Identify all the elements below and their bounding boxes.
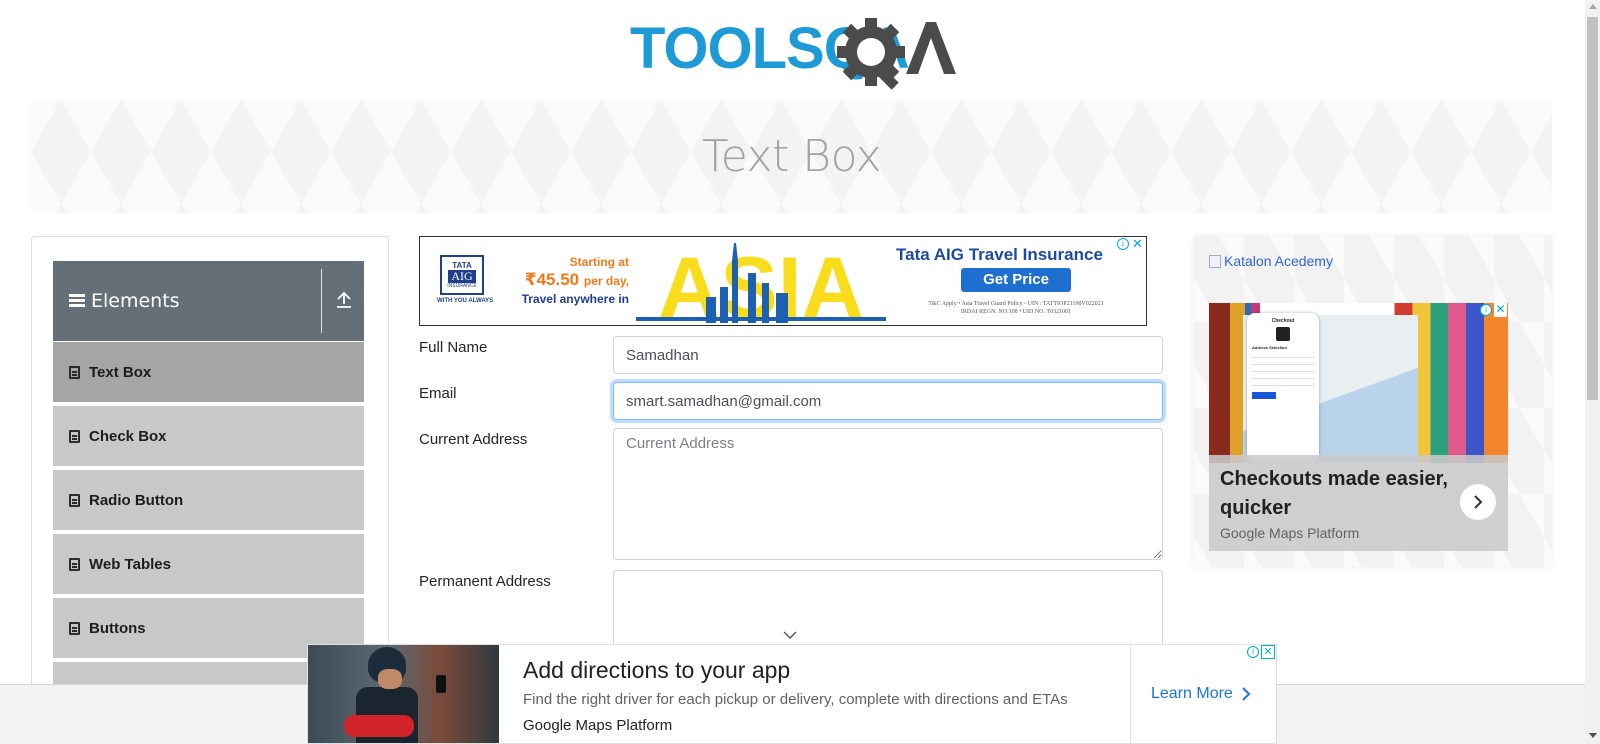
tata-tagline: WITH YOU ALWAYS <box>437 298 494 304</box>
page-banner: Text Box <box>31 100 1552 213</box>
broken-image-icon <box>1209 254 1221 268</box>
sidebar-item-label: Check Box <box>89 427 167 445</box>
file-icon <box>69 621 80 635</box>
google-maps-ad-card[interactable]: Checkout Address Selection Checkouts mad… <box>1209 303 1508 551</box>
ad-headline: Checkouts made easier, quicker <box>1220 468 1448 519</box>
ad-fine-print: T&C Apply • Asia Travel Guard Policy - U… <box>928 301 1104 315</box>
sidebar-item-label: Text Box <box>89 363 152 381</box>
email-label: Email <box>419 385 457 402</box>
sidebar-item-web-tables[interactable]: Web Tables <box>53 534 364 596</box>
katalon-academy-image[interactable]: Katalon Acedemy <box>1209 253 1333 269</box>
hamburger-icon <box>69 294 85 308</box>
scroll-up-arrow-icon[interactable] <box>1589 4 1597 9</box>
ad-price: ₹45.50 per day, <box>524 270 629 289</box>
sidebar-item-text-box[interactable]: Text Box <box>53 342 364 404</box>
ad-next-arrow-button[interactable] <box>1460 484 1496 520</box>
chevron-down-icon[interactable] <box>783 630 797 640</box>
ad-close-icon[interactable]: ✕ <box>1494 303 1507 317</box>
file-icon <box>69 493 80 507</box>
learn-more-button[interactable]: Learn More <box>1151 685 1251 703</box>
ad-photo-rider <box>308 645 499 743</box>
ad-starting-text: Starting at <box>569 255 629 269</box>
ad-headline: Add directions to your app <box>523 657 791 683</box>
ad-sponsor: Google Maps Platform <box>1220 525 1360 541</box>
sidebar-group-title: Elements <box>91 290 180 312</box>
ad-close-icon[interactable]: ✕ <box>1261 645 1275 659</box>
ad-sponsor: Google Maps Platform <box>523 717 673 734</box>
chevron-right-icon <box>1474 495 1483 509</box>
get-price-button[interactable]: Get Price <box>961 268 1071 292</box>
group-header-divider <box>321 269 322 333</box>
sidebar-item-check-box[interactable]: Check Box <box>53 406 364 468</box>
permanent-address-label: Permanent Address <box>419 573 551 590</box>
ad-description: Find the right driver for each pickup or… <box>523 691 1068 708</box>
sidebar-item-radio-button[interactable]: Radio Button <box>53 470 364 532</box>
collapse-arrow-up-icon[interactable] <box>336 291 352 309</box>
ad-sidebar-right[interactable]: Katalon Acedemy Checkout Address Selecti… <box>1194 236 1552 567</box>
toolsqa-logo[interactable]: TOOLSQA <box>630 14 956 90</box>
sidebar-item-label: Web Tables <box>89 555 171 573</box>
ad-asia-word: ASIA <box>658 243 863 323</box>
page-scrollbar[interactable] <box>1585 0 1600 744</box>
ad-banner-top[interactable]: TATA AIG INSURANCE WITH YOU ALWAYS Start… <box>419 236 1147 326</box>
asia-skyline-graphic: ASIA <box>636 243 886 323</box>
scrollbar-thumb[interactable] <box>1587 17 1598 400</box>
ad-info-icon[interactable]: i <box>1117 238 1129 250</box>
file-icon <box>69 365 80 379</box>
file-icon <box>69 429 80 443</box>
phone-mockup: Checkout Address Selection <box>1247 313 1319 463</box>
ad-info-icon[interactable]: i <box>1247 646 1259 658</box>
sidebar-item-label: Radio Button <box>89 491 184 509</box>
ad-separator <box>1130 645 1131 743</box>
email-input[interactable] <box>613 382 1163 420</box>
sidebar-group-elements[interactable]: Elements <box>53 261 364 341</box>
full-name-label: Full Name <box>419 339 488 356</box>
ad-title: Tata AIG Travel Insurance <box>896 245 1103 264</box>
toolsqa-logo-graphic: TOOLSQA <box>630 16 956 90</box>
chevron-right-icon <box>1242 687 1251 701</box>
ad-info-icon[interactable]: i <box>1480 304 1492 316</box>
current-address-textarea[interactable] <box>613 428 1163 560</box>
page-title: Text Box <box>701 131 882 182</box>
file-icon <box>69 557 80 571</box>
scroll-down-arrow-icon[interactable] <box>1589 733 1597 738</box>
current-address-label: Current Address <box>419 431 528 448</box>
ad-banner-bottom[interactable]: Add directions to your app Find the righ… <box>307 644 1277 744</box>
tata-aig-logo: TATA AIG INSURANCE WITH YOU ALWAYS <box>437 255 494 307</box>
ad-close-icon[interactable]: ✕ <box>1131 237 1144 251</box>
sidebar-item-label: Buttons <box>89 619 146 637</box>
ad-travel-text: Travel anywhere in <box>521 292 629 306</box>
full-name-input[interactable] <box>613 336 1163 374</box>
